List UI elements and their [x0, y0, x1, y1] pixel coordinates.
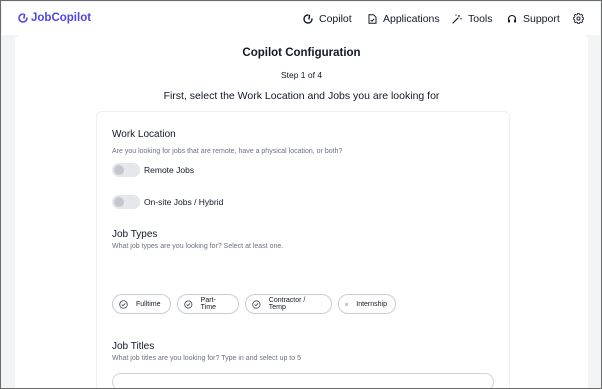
- page-subtitle: First, select the Work Location and Jobs…: [163, 90, 440, 102]
- nav-support[interactable]: Support: [507, 13, 560, 25]
- onsite-jobs-toggle[interactable]: [112, 195, 140, 209]
- job-titles-title: Job Titles: [112, 341, 155, 352]
- job-type-internship-chip[interactable]: Internship: [338, 294, 396, 314]
- brand-logo[interactable]: JobCopilot: [18, 12, 91, 24]
- job-type-fulltime-chip[interactable]: Fulltime: [112, 294, 171, 314]
- page-title: Copilot Configuration: [242, 47, 361, 59]
- job-titles-input[interactable]: [112, 373, 494, 388]
- job-type-chips: Fulltime Part-Time Contractor / Temp Int…: [112, 294, 402, 314]
- job-titles-description: What job titles are you looking for? Typ…: [112, 355, 301, 362]
- nav-support-label: Support: [523, 13, 560, 25]
- step-indicator: Step 1 of 4: [280, 70, 323, 80]
- check-circle-icon: [345, 302, 349, 306]
- gear-icon[interactable]: [573, 13, 584, 24]
- top-navigation: JobCopilot Copilot Applications Tools Su…: [2, 2, 600, 35]
- nav-copilot-label: Copilot: [319, 13, 352, 25]
- work-location-description: Are you looking for jobs that are remote…: [112, 148, 343, 155]
- work-location-title: Work Location: [112, 129, 176, 140]
- app-window: JobCopilot Copilot Applications Tools Su…: [0, 0, 602, 389]
- remote-jobs-label: Remote Jobs: [144, 165, 195, 175]
- document-icon: [368, 14, 377, 24]
- onsite-jobs-option: On-site Jobs / Hybrid: [112, 195, 223, 209]
- remote-jobs-toggle[interactable]: [112, 163, 140, 177]
- nav-tools[interactable]: Tools: [452, 13, 493, 25]
- check-circle-icon: [252, 299, 261, 309]
- nav-applications[interactable]: Applications: [368, 13, 440, 25]
- nav-applications-label: Applications: [383, 13, 440, 25]
- copilot-icon: [303, 14, 313, 24]
- toggle-knob: [114, 197, 124, 207]
- toggle-knob: [114, 165, 124, 175]
- job-type-label: Part-Time: [200, 297, 216, 311]
- job-type-contractor-chip[interactable]: Contractor / Temp: [245, 294, 332, 314]
- configuration-card: Copilot Configuration Step 1 of 4 First,…: [15, 35, 588, 388]
- remote-jobs-option: Remote Jobs: [112, 163, 194, 177]
- job-types-title: Job Types: [112, 229, 158, 240]
- check-circle-icon: [119, 299, 128, 309]
- onsite-jobs-label: On-site Jobs / Hybrid: [144, 197, 224, 207]
- brand-name: JobCopilot: [31, 12, 92, 24]
- configuration-form: Work Location Are you looking for jobs t…: [96, 111, 510, 388]
- headset-icon: [507, 14, 517, 23]
- jobcopilot-logo-icon: [18, 13, 28, 23]
- job-type-label: Fulltime: [136, 300, 161, 308]
- check-circle-icon: [184, 299, 193, 309]
- nav-tools-label: Tools: [468, 13, 493, 25]
- magic-wand-icon: [452, 14, 462, 24]
- job-type-parttime-chip[interactable]: Part-Time: [177, 294, 239, 314]
- job-type-label: Internship: [356, 300, 387, 308]
- job-type-label: Contractor / Temp: [268, 297, 306, 311]
- job-types-description: What job types are you looking for? Sele…: [112, 243, 284, 250]
- nav-copilot[interactable]: Copilot: [303, 13, 352, 25]
